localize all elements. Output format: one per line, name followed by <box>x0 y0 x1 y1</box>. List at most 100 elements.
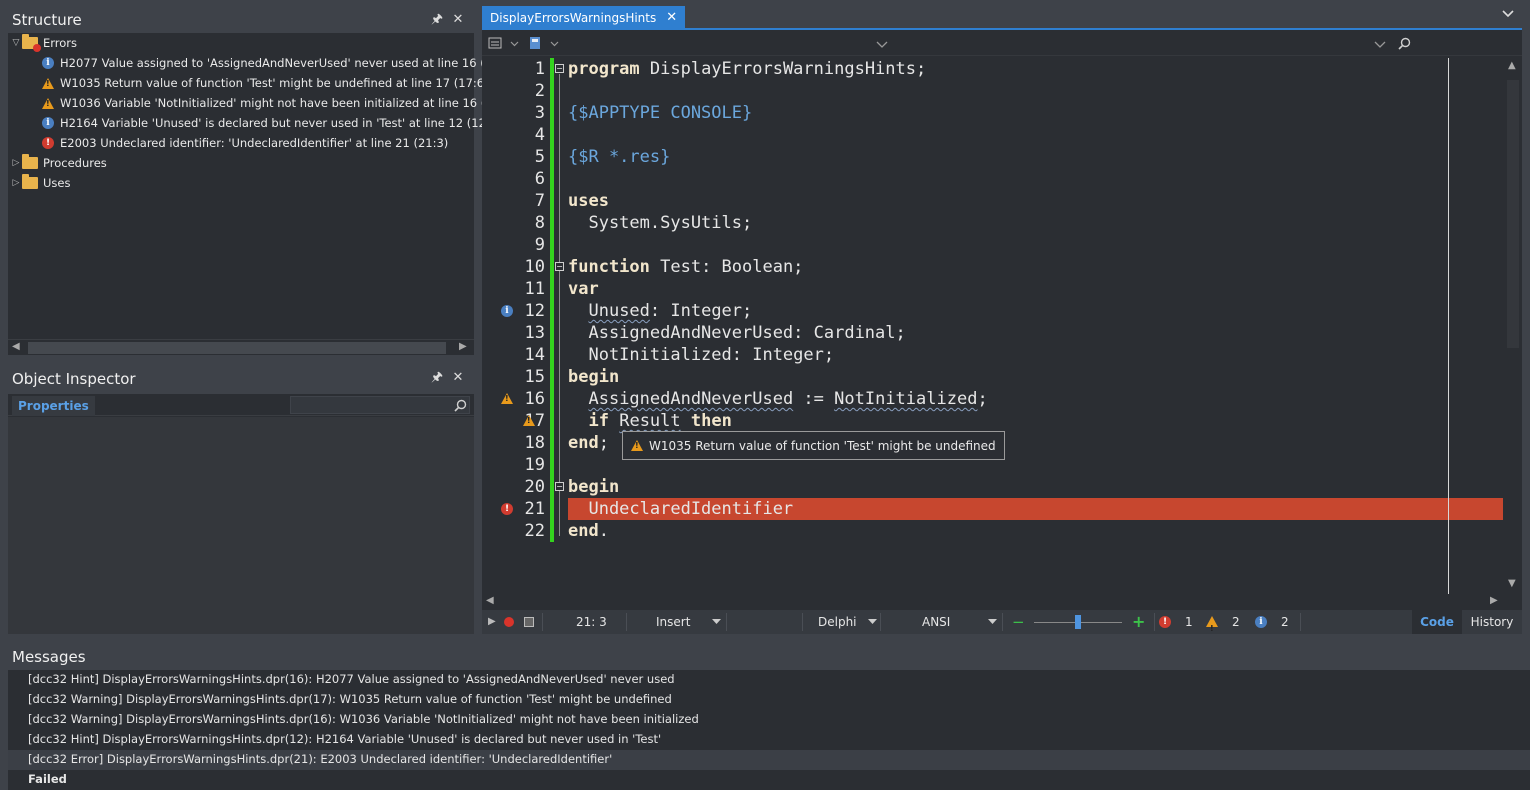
scrollbar-thumb[interactable] <box>28 342 446 354</box>
tree-item-warning[interactable]: W1036 Variable 'NotInitialized' might no… <box>42 93 523 113</box>
scroll-right-icon[interactable]: ▶ <box>1490 595 1498 606</box>
tree-node-uses[interactable]: ▷ Uses <box>10 173 70 193</box>
scroll-up-icon[interactable]: ▲ <box>1508 60 1516 71</box>
structure-panel: Structure 🖈 ✕ ▽ Errors i H2077 Value ass… <box>0 0 523 360</box>
tab-code[interactable]: Code <box>1412 610 1462 634</box>
record-icon[interactable] <box>504 617 514 627</box>
chevron-down-icon[interactable] <box>876 41 888 48</box>
property-search-input[interactable] <box>290 396 470 414</box>
code-area[interactable]: 1 2 3 4 5 6 7 8 9 10 11 12 13 14 15 16 1… <box>482 58 1504 594</box>
message-row[interactable]: [dcc32 Warning] DisplayErrorsWarningsHin… <box>28 710 699 730</box>
close-icon[interactable]: ✕ <box>451 13 465 27</box>
message-row[interactable]: [dcc32 Hint] DisplayErrorsWarningsHints.… <box>28 670 675 690</box>
chevron-down-icon[interactable] <box>988 619 997 625</box>
line-number: 20 <box>524 477 545 497</box>
fold-toggle-icon[interactable]: − <box>555 482 564 491</box>
chevron-down-icon[interactable] <box>550 41 559 47</box>
code-line: {$R *.res} <box>568 147 671 167</box>
fold-toggle-icon[interactable]: − <box>555 64 564 73</box>
chevron-down-icon[interactable] <box>510 41 519 47</box>
property-grid[interactable] <box>8 417 474 634</box>
search-icon[interactable] <box>1398 37 1411 50</box>
chevron-down-icon[interactable] <box>1502 10 1514 18</box>
chevron-down-icon[interactable] <box>712 619 721 625</box>
line-number: 5 <box>534 147 545 167</box>
zoom-slider-thumb[interactable] <box>1075 615 1081 629</box>
fold-toggle-icon[interactable]: − <box>555 262 564 271</box>
play-icon[interactable]: ▶ <box>488 610 496 634</box>
editor-horizontal-scrollbar[interactable]: ◀ ▶ <box>482 594 1504 610</box>
chevron-down-icon[interactable] <box>1374 41 1386 48</box>
warning-icon[interactable] <box>501 393 513 404</box>
error-icon[interactable]: ! <box>1159 616 1171 628</box>
fold-guide <box>559 74 560 536</box>
collapsed-icon[interactable]: ▷ <box>10 158 22 168</box>
code-line: System.SysUtils; <box>568 213 753 233</box>
scrollbar-thumb[interactable] <box>1507 80 1519 348</box>
scroll-left-icon[interactable]: ◀ <box>12 341 20 352</box>
tree-item-label: W1035 Return value of function 'Test' mi… <box>60 76 489 90</box>
code-line: NotInitialized: Integer; <box>568 345 835 365</box>
messages-title: Messages <box>12 648 86 666</box>
expanded-icon[interactable]: ▽ <box>10 38 22 48</box>
info-icon[interactable]: i <box>501 305 513 317</box>
tree-node-errors[interactable]: ▽ Errors <box>10 33 77 53</box>
error-icon: ! <box>42 137 54 149</box>
insert-mode[interactable]: Insert <box>656 610 690 634</box>
tree-item-hint[interactable]: i H2077 Value assigned to 'AssignedAndNe… <box>42 53 515 73</box>
tree-item-hint[interactable]: i H2164 Variable 'Unused' is declared bu… <box>42 113 502 133</box>
tree-item-warning[interactable]: W1035 Return value of function 'Test' mi… <box>42 73 489 93</box>
line-number: 19 <box>524 455 545 475</box>
tab-history[interactable]: History <box>1464 610 1520 634</box>
scroll-down-icon[interactable]: ▼ <box>1508 578 1516 589</box>
structure-tree[interactable]: ▽ Errors i H2077 Value assigned to 'Assi… <box>8 33 523 339</box>
info-icon[interactable]: i <box>1255 616 1267 628</box>
warning-icon[interactable] <box>1206 616 1218 641</box>
warning-icon <box>631 440 643 451</box>
zoom-out-button[interactable]: − <box>1012 610 1025 634</box>
encoding-selector[interactable]: ANSI <box>922 610 950 634</box>
code-line: function Test: Boolean; <box>568 257 804 277</box>
message-row[interactable]: [dcc32 Error] DisplayErrorsWarningsHints… <box>28 750 612 770</box>
pin-icon[interactable]: 🖈 <box>430 371 444 385</box>
tooltip-text: W1035 Return value of function 'Test' mi… <box>649 438 996 453</box>
code-line: end. <box>568 521 609 541</box>
tree-item-label: E2003 Undeclared identifier: 'Undeclared… <box>60 136 449 150</box>
structure-title: Structure <box>12 11 82 29</box>
line-number: 18 <box>524 433 545 453</box>
messages-panel: [dcc32 Hint] DisplayErrorsWarningsHints.… <box>8 670 1530 790</box>
error-icon[interactable]: ! <box>501 503 513 515</box>
code-line: if Result then <box>588 411 732 431</box>
change-bar <box>550 58 554 542</box>
tree-node-label: Procedures <box>43 156 107 170</box>
line-number: 6 <box>534 169 545 189</box>
tree-node-procedures[interactable]: ▷ Procedures <box>10 153 107 173</box>
tab-displayerrorswarningshints[interactable]: DisplayErrorsWarningsHints ✕ <box>482 6 686 30</box>
toolbar-icon[interactable] <box>528 36 542 50</box>
line-number: 11 <box>524 279 545 299</box>
language-selector[interactable]: Delphi <box>818 610 857 634</box>
scroll-left-icon[interactable]: ◀ <box>486 595 494 606</box>
pin-icon[interactable]: 🖈 <box>430 13 444 27</box>
close-icon[interactable]: ✕ <box>451 371 465 385</box>
close-tab-icon[interactable]: ✕ <box>666 6 677 30</box>
stop-icon[interactable] <box>524 617 534 627</box>
tab-properties[interactable]: Properties <box>12 396 95 416</box>
editor-vertical-scrollbar[interactable]: ▲ ▼ <box>1504 58 1522 594</box>
message-row[interactable]: [dcc32 Warning] DisplayErrorsWarningsHin… <box>28 690 672 710</box>
chevron-down-icon[interactable] <box>868 619 877 625</box>
collapsed-icon[interactable]: ▷ <box>10 178 22 188</box>
code-line: program DisplayErrorsWarningsHints; <box>568 59 927 79</box>
line-number: 10 <box>524 257 545 277</box>
error-count: 1 <box>1185 615 1193 629</box>
hint-tooltip: W1035 Return value of function 'Test' mi… <box>622 431 1005 460</box>
structure-horizontal-scrollbar[interactable]: ◀ ▶ <box>8 339 474 355</box>
toolbar-icon[interactable] <box>488 36 502 50</box>
build-result: Failed <box>28 772 67 786</box>
message-row[interactable]: [dcc32 Hint] DisplayErrorsWarningsHints.… <box>28 730 661 750</box>
warning-icon[interactable] <box>522 415 535 426</box>
zoom-in-button[interactable]: + <box>1132 610 1145 634</box>
tree-item-error[interactable]: ! E2003 Undeclared identifier: 'Undeclar… <box>42 133 448 153</box>
search-icon[interactable] <box>454 399 467 412</box>
scroll-right-icon[interactable]: ▶ <box>459 341 467 352</box>
